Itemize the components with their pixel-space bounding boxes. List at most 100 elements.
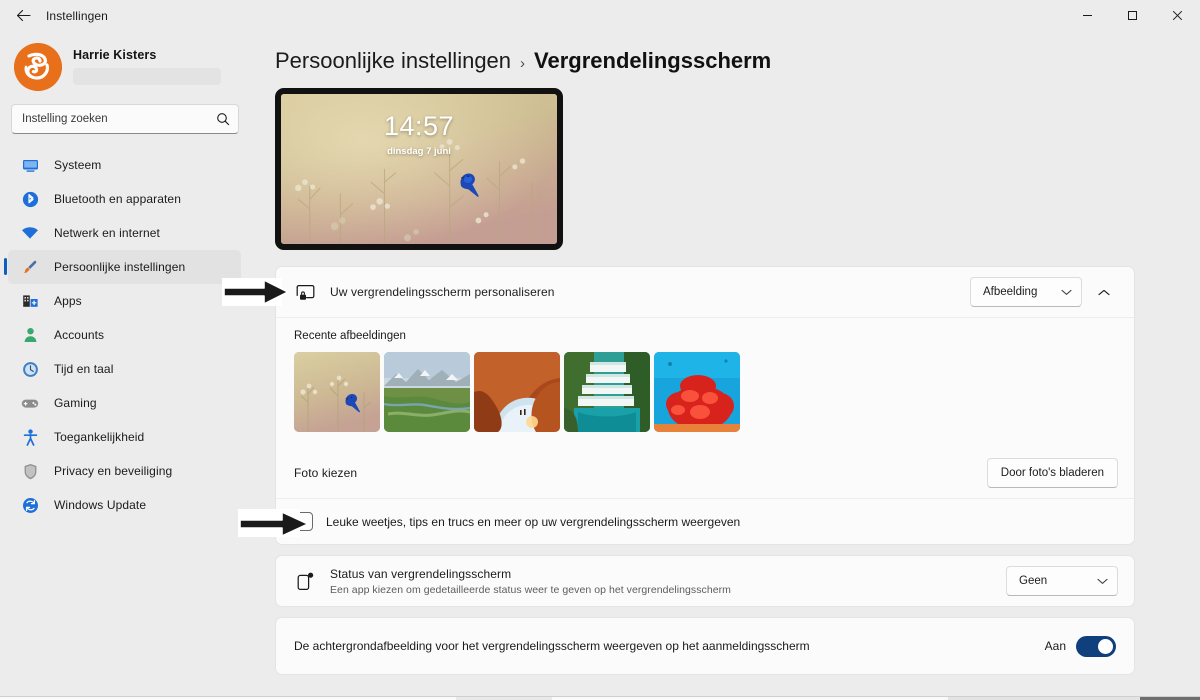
breadcrumb-separator-icon: ›: [520, 55, 526, 72]
taskbar-edge: [0, 696, 1200, 700]
search-placeholder: Instelling zoeken: [22, 113, 108, 125]
sidebar-item-windows-update[interactable]: Windows Update: [8, 488, 241, 522]
sidebar-label: Tijd en taal: [54, 362, 114, 376]
thumbnail-rode-rotsboog[interactable]: [474, 352, 560, 432]
avatar-logo-icon: [14, 42, 62, 91]
accessibility-icon: [19, 428, 41, 446]
sidebar-label: Systeem: [54, 158, 102, 172]
apps-icon: [19, 292, 41, 310]
paintbrush-icon: [19, 258, 41, 276]
choose-photo-row: Foto kiezen Door foto's bladeren: [276, 448, 1134, 498]
sidebar-label: Toegankelijkheid: [54, 430, 145, 444]
status-row[interactable]: Status van vergrendelingsscherm Een app …: [276, 556, 1134, 606]
sidebar-label: Gaming: [54, 396, 97, 410]
signin-background-toggle[interactable]: [1076, 635, 1116, 657]
maximize-icon: [1128, 11, 1137, 20]
chevron-down-icon: [1097, 578, 1108, 585]
lock-screen-type-dropdown[interactable]: Afbeelding: [970, 277, 1082, 307]
personalize-card: Uw vergrendelingsscherm personaliseren A…: [275, 266, 1135, 545]
close-icon: [1172, 10, 1183, 21]
choose-photo-label: Foto kiezen: [294, 466, 358, 480]
profile-email-redacted: [73, 68, 221, 85]
tips-checkbox-row[interactable]: Leuke weetjes, tips en trucs en meer op …: [276, 498, 1134, 544]
signin-background-card: De achtergrondafbeelding voor het vergre…: [275, 617, 1135, 675]
personalize-title: Uw vergrendelingsscherm personaliseren: [330, 285, 555, 299]
back-arrow-icon: [16, 9, 31, 22]
breadcrumb: Persoonlijke instellingen › Vergrendelin…: [250, 31, 1200, 74]
choose-photo-text: Foto kiezen: [294, 466, 987, 480]
arrow-to-tips-checkbox: [238, 509, 309, 537]
recent-images-label: Recente afbeeldingen: [294, 330, 406, 342]
sidebar-item-systeem[interactable]: Systeem: [8, 148, 241, 182]
browse-photos-button[interactable]: Door foto's bladeren: [986, 458, 1118, 488]
window-title: Instellingen: [46, 8, 108, 23]
sidebar-label: Bluetooth en apparaten: [54, 192, 181, 206]
sidebar-item-netwerk-en-internet[interactable]: Netwerk en internet: [8, 216, 241, 250]
lock-screen-preview: 14:57 dinsdag 7 juni: [275, 88, 563, 250]
lock-screen-icon: [294, 284, 316, 301]
avatar: [14, 42, 62, 91]
personalize-text: Uw vergrendelingsscherm personaliseren: [330, 285, 970, 299]
person-icon: [19, 326, 41, 344]
recent-images-list: [294, 352, 1116, 432]
title-bar: Instellingen: [0, 0, 1200, 31]
signin-background-row[interactable]: De achtergrondafbeelding voor het vergre…: [276, 618, 1134, 674]
search-icon: [216, 112, 230, 126]
breadcrumb-parent[interactable]: Persoonlijke instellingen: [275, 48, 511, 74]
signin-background-label: De achtergrondafbeelding voor het vergre…: [294, 639, 810, 653]
thumbnail-rood-koraal-onderwater[interactable]: [654, 352, 740, 432]
sidebar-item-toegankelijkheid[interactable]: Toegankelijkheid: [8, 420, 241, 454]
status-subtitle: Een app kiezen om gedetailleerde status …: [330, 583, 731, 596]
lock-screen-status-card: Status van vergrendelingsscherm Een app …: [275, 555, 1135, 607]
expand-collapse-button[interactable]: [1090, 278, 1118, 306]
sidebar-label: Netwerk en internet: [54, 226, 160, 240]
profile-text: Harrie Kisters: [73, 48, 221, 85]
update-icon: [19, 496, 41, 514]
close-button[interactable]: [1155, 0, 1200, 31]
thumbnail-berglandschap-vallei[interactable]: [384, 352, 470, 432]
sidebar-item-privacy-en-beveiliging[interactable]: Privacy en beveiliging: [8, 454, 241, 488]
status-app-dropdown[interactable]: Geen: [1006, 566, 1118, 596]
sidebar-label: Apps: [54, 294, 82, 308]
sidebar-label: Persoonlijke instellingen: [54, 260, 186, 274]
clock-icon: [19, 360, 41, 378]
profile-name: Harrie Kisters: [73, 48, 157, 62]
chevron-up-icon: [1098, 283, 1110, 301]
recent-images-block: Recente afbeeldingen: [276, 317, 1134, 448]
sidebar-item-persoonlijke-instellingen[interactable]: Persoonlijke instellingen: [4, 250, 241, 284]
sidebar-label: Windows Update: [54, 498, 147, 512]
sidebar-nav: Systeem Bluetooth en apparaten Netwerk e…: [0, 148, 250, 522]
profile-section[interactable]: Harrie Kisters: [0, 31, 250, 93]
chevron-down-icon: [1061, 289, 1072, 296]
monitor-icon: [19, 156, 41, 174]
settings-window: Instellingen Harrie Kisters Instelling z…: [0, 0, 1200, 700]
sidebar: Harrie Kisters Instelling zoeken Systeem…: [0, 31, 250, 671]
preview-time: 14:57: [383, 111, 455, 141]
minimize-button[interactable]: [1065, 0, 1110, 31]
wifi-icon: [19, 224, 41, 242]
sidebar-item-gaming[interactable]: Gaming: [8, 386, 241, 420]
search-input[interactable]: Instelling zoeken: [11, 104, 239, 134]
minimize-icon: [1083, 15, 1092, 16]
personalize-row[interactable]: Uw vergrendelingsscherm personaliseren A…: [276, 267, 1134, 317]
lock-screen-type-value: Afbeelding: [983, 286, 1038, 298]
settings-cards: Uw vergrendelingsscherm personaliseren A…: [250, 250, 1200, 675]
sidebar-item-bluetooth-en-apparaten[interactable]: Bluetooth en apparaten: [8, 182, 241, 216]
page-title: Vergrendelingsscherm: [534, 48, 772, 73]
maximize-button[interactable]: [1110, 0, 1155, 31]
toggle-knob: [1098, 638, 1113, 654]
arrow-to-personalize-row: [222, 278, 289, 306]
preview-date: dinsdag 7 juni: [387, 146, 451, 157]
back-button[interactable]: [6, 3, 40, 29]
thumbnail-vogel-in-weide[interactable]: [294, 352, 380, 432]
sidebar-item-apps[interactable]: Apps: [8, 284, 241, 318]
window-controls: [1065, 0, 1200, 31]
preview-clock: 14:57 dinsdag 7 juni: [281, 111, 557, 158]
status-title: Status van vergrendelingsscherm: [330, 566, 512, 581]
sidebar-item-accounts[interactable]: Accounts: [8, 318, 241, 352]
thumbnail-watervallen-terrassen[interactable]: [564, 352, 650, 432]
tips-checkbox-label: Leuke weetjes, tips en trucs en meer op …: [326, 514, 741, 529]
sidebar-item-tijd-en-taal[interactable]: Tijd en taal: [8, 352, 241, 386]
status-badge-icon: [294, 572, 316, 591]
status-app-value: Geen: [1019, 575, 1048, 587]
